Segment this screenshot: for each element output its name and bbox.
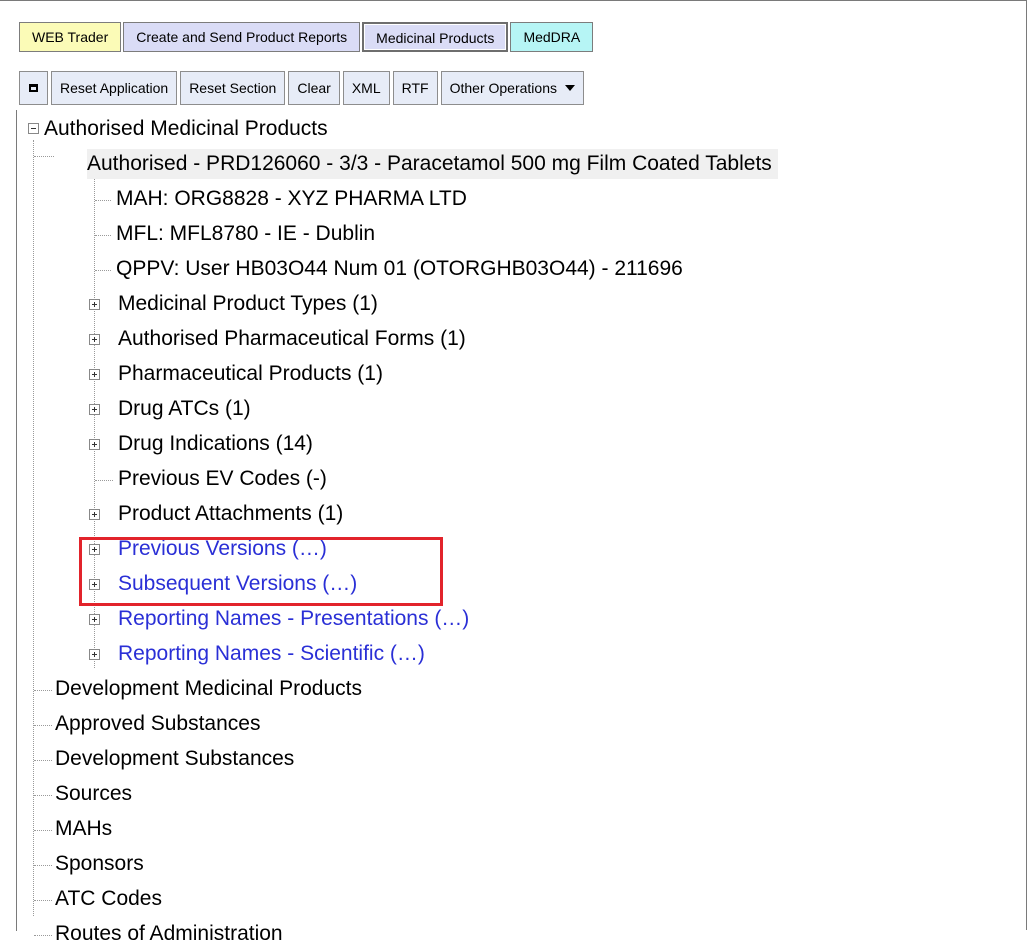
- xml-button[interactable]: XML: [342, 71, 390, 105]
- tree-node-product[interactable]: Authorised - PRD126060 - 3/3 - Paracetam…: [87, 149, 778, 179]
- tree-node-rn-scientific[interactable]: Reporting Names - Scientific (…): [118, 639, 425, 669]
- clear-button[interactable]: Clear: [288, 71, 340, 105]
- tree-line: [34, 900, 52, 901]
- expand-icon[interactable]: [89, 334, 100, 345]
- tree-node-approved-substances[interactable]: Approved Substances: [55, 709, 260, 739]
- tree-node-atc-codes[interactable]: ATC Codes: [55, 884, 162, 914]
- tree-node-drug-indications[interactable]: Drug Indications (14): [118, 429, 313, 459]
- expand-icon[interactable]: [89, 439, 100, 450]
- expand-icon[interactable]: [89, 649, 100, 660]
- tree-line: [34, 830, 52, 831]
- highlight-annotation-box: [79, 537, 443, 606]
- tree-node-mfl[interactable]: MFL: MFL8780 - IE - Dublin: [116, 219, 375, 249]
- tab-bar: WEB Trader Create and Send Product Repor…: [19, 22, 594, 54]
- tab-medicinal-products[interactable]: Medicinal Products: [362, 22, 509, 52]
- rtf-button[interactable]: RTF: [392, 71, 438, 105]
- tree-line: [95, 270, 111, 271]
- tree-line: [34, 865, 52, 866]
- chevron-down-icon: [564, 85, 575, 91]
- expand-icon[interactable]: [89, 509, 100, 520]
- tree-line: [95, 480, 113, 481]
- tree-node-product-types[interactable]: Medicinal Product Types (1): [118, 289, 378, 319]
- tree-node-pharma-forms[interactable]: Authorised Pharmaceutical Forms (1): [118, 324, 466, 354]
- tree-node-routes[interactable]: Routes of Administration: [55, 919, 283, 949]
- reset-section-button[interactable]: Reset Section: [180, 71, 286, 105]
- tree-node-mahs[interactable]: MAHs: [55, 814, 112, 844]
- tree-node-pharma-products[interactable]: Pharmaceutical Products (1): [118, 359, 383, 389]
- tree-node-previous-ev-codes[interactable]: Previous EV Codes (-): [118, 464, 327, 494]
- tree-node-rn-presentations[interactable]: Reporting Names - Presentations (…): [118, 604, 469, 634]
- expand-icon[interactable]: [89, 299, 100, 310]
- tree-line: [34, 760, 52, 761]
- tree-node-development-substances[interactable]: Development Substances: [55, 744, 294, 774]
- tree-node-drug-atcs[interactable]: Drug ATCs (1): [118, 394, 251, 424]
- tree-line: [34, 935, 52, 936]
- tab-create-send-reports[interactable]: Create and Send Product Reports: [123, 22, 361, 52]
- tab-web-trader[interactable]: WEB Trader: [19, 22, 122, 52]
- square-icon: [29, 84, 38, 92]
- expand-icon[interactable]: [89, 404, 100, 415]
- tree-line: [34, 795, 52, 796]
- tree-node-attachments[interactable]: Product Attachments (1): [118, 499, 343, 529]
- other-operations-dropdown[interactable]: Other Operations: [440, 71, 584, 105]
- tree-node-mah[interactable]: MAH: ORG8828 - XYZ PHARMA LTD: [116, 184, 467, 214]
- tree-line: [34, 156, 54, 157]
- tree-line: [34, 725, 52, 726]
- left-border: [16, 110, 17, 931]
- tree-line: [95, 200, 111, 201]
- tab-meddra[interactable]: MedDRA: [510, 22, 594, 52]
- tree-line: [33, 140, 34, 916]
- expand-icon[interactable]: [89, 614, 100, 625]
- reset-application-button[interactable]: Reset Application: [51, 71, 178, 105]
- tree-line: [34, 690, 52, 691]
- collapse-icon[interactable]: [28, 123, 39, 134]
- tree-node-sources[interactable]: Sources: [55, 779, 132, 809]
- tree-node-authorised-products[interactable]: Authorised Medicinal Products: [44, 114, 328, 144]
- tree-node-development-products[interactable]: Development Medicinal Products: [55, 674, 362, 704]
- expand-icon[interactable]: [89, 369, 100, 380]
- toolbar: Reset Application Reset Section Clear XM…: [19, 71, 584, 105]
- tree-node-sponsors[interactable]: Sponsors: [55, 849, 144, 879]
- other-operations-label: Other Operations: [449, 80, 557, 96]
- maximize-button[interactable]: [19, 71, 48, 105]
- tree-line: [95, 235, 111, 236]
- tree-node-qppv[interactable]: QPPV: User HB03O44 Num 01 (OTORGHB03O44)…: [116, 254, 683, 284]
